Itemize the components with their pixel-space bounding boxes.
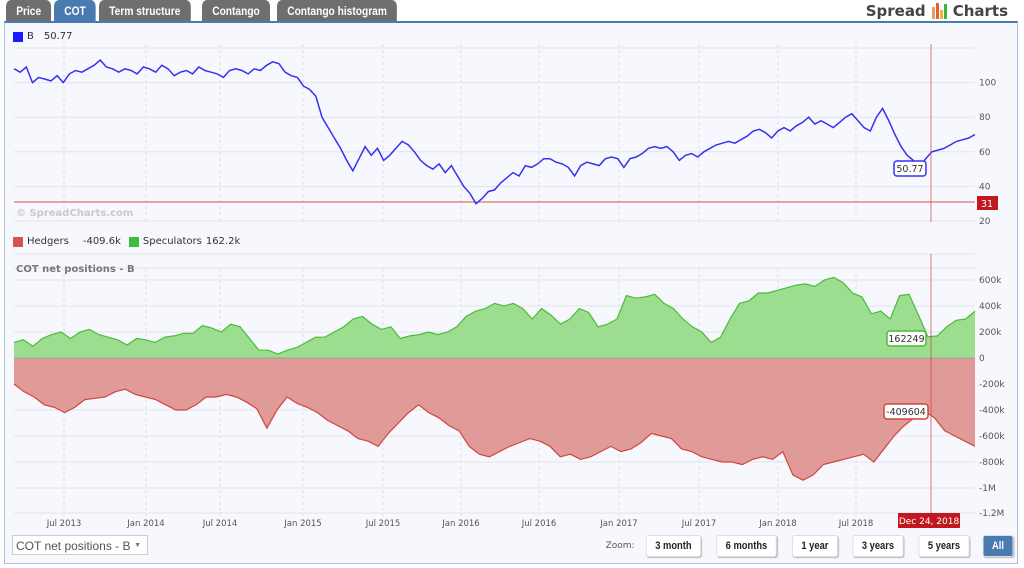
x-tick-label: Jul 2014 bbox=[202, 519, 238, 529]
price-tooltip: 50.77 bbox=[896, 164, 923, 175]
y-tick-label-bottom: 0 bbox=[979, 354, 985, 364]
dropdown-arrow-icon: ▼ bbox=[134, 542, 141, 549]
y-tick-label-bottom: 200k bbox=[979, 328, 1002, 338]
x-tick-label: Jan 2016 bbox=[441, 519, 479, 529]
zoom-3-years-button[interactable]: 3 years bbox=[852, 535, 904, 557]
hedgers-tooltip: -409604 bbox=[886, 407, 926, 418]
zoom-label: Zoom: bbox=[605, 541, 635, 551]
x-tick-label: Jul 2017 bbox=[681, 519, 717, 529]
speculators-area bbox=[14, 277, 975, 358]
y-tick-label-bottom: -400k bbox=[979, 406, 1005, 416]
y-tick-label-bottom: -800k bbox=[979, 458, 1005, 468]
y-tick-label-top: 40 bbox=[979, 182, 991, 192]
indicator-select[interactable]: COT net positions - B ▼ bbox=[12, 535, 148, 555]
y-tick-label-top: 60 bbox=[979, 148, 991, 158]
x-tick-label: Jul 2016 bbox=[521, 519, 557, 529]
chart-svg: Jul 2013 Jan 2014 Jul 2014 Jan 2015 Jul 2015… bbox=[13, 44, 1005, 529]
zoom-controls: Zoom: 3 month 6 months 1 year 3 years 5 … bbox=[606, 535, 1016, 557]
y-tick-label-bottom: -600k bbox=[979, 432, 1005, 442]
zoom-3-month-button[interactable]: 3 month bbox=[645, 535, 701, 557]
speculators-tooltip: 162249 bbox=[888, 334, 924, 345]
x-tick-label: Jul 2018 bbox=[838, 519, 874, 529]
y-tick-label-top: 80 bbox=[979, 113, 991, 123]
y-tick-label-top: 100 bbox=[979, 79, 996, 89]
watermark: © SpreadCharts.com bbox=[16, 208, 133, 219]
zoom-1-year-button[interactable]: 1 year bbox=[792, 535, 839, 557]
x-tick-label: Jan 2018 bbox=[758, 519, 796, 529]
y-tick-label-bottom: -200k bbox=[979, 380, 1005, 390]
x-tick-label: Jan 2017 bbox=[599, 519, 637, 529]
y-tick-label-top: 20 bbox=[979, 217, 991, 227]
y-tick-label-bottom: 400k bbox=[979, 302, 1002, 312]
zoom-5-years-button[interactable]: 5 years bbox=[918, 535, 970, 557]
x-tick-label: Jan 2014 bbox=[126, 519, 164, 529]
y-tick-label-bottom: -1M bbox=[979, 484, 996, 494]
y-tick-label-bottom: 600k bbox=[979, 276, 1002, 286]
x-tick-label: Jul 2015 bbox=[365, 519, 401, 529]
indicator-select-value: COT net positions - B bbox=[16, 539, 131, 553]
price-series-line bbox=[13, 59, 976, 205]
zoom-6-months-button[interactable]: 6 months bbox=[716, 535, 777, 557]
x-tick-label: Jan 2015 bbox=[283, 519, 321, 529]
x-tick-label: Jul 2013 bbox=[46, 519, 82, 529]
crosshair-date-label: Dec 24, 2018 bbox=[899, 517, 960, 527]
zoom-all-button[interactable]: All bbox=[982, 535, 1014, 557]
y-tick-label-bottom: -1.2M bbox=[979, 509, 1004, 519]
price-marker-label: 31 bbox=[981, 199, 993, 210]
cot-chart-title: COT net positions - B bbox=[16, 264, 135, 275]
